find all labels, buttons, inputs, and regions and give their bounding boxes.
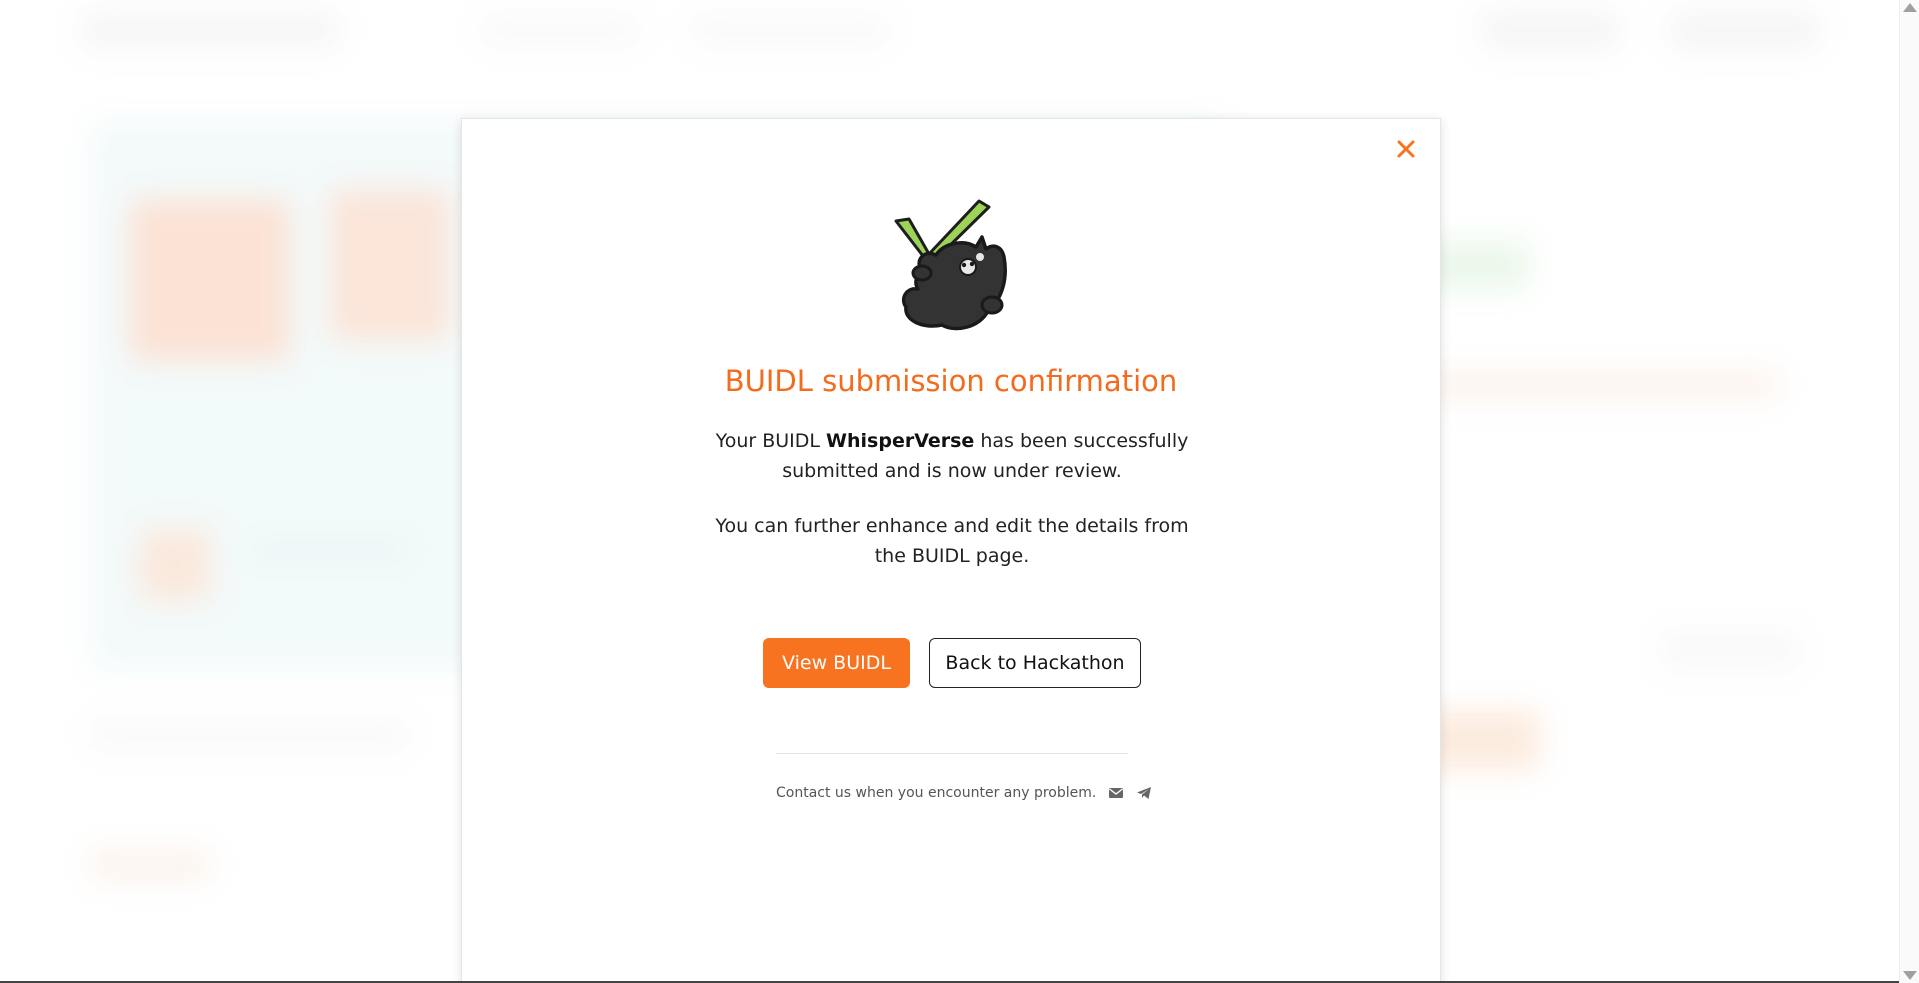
- cat-checkmark-illustration: [884, 199, 1019, 344]
- buidl-name: WhisperVerse: [826, 430, 975, 452]
- email-icon[interactable]: [1108, 785, 1124, 801]
- submission-confirmation-modal: BUIDL submission confirmation Your BUIDL…: [461, 118, 1441, 983]
- scroll-up-icon[interactable]: [1903, 3, 1917, 12]
- scroll-down-icon[interactable]: [1903, 971, 1917, 980]
- modal-title: BUIDL submission confirmation: [724, 364, 1178, 398]
- vertical-scrollbar[interactable]: [1899, 0, 1919, 983]
- telegram-icon[interactable]: [1136, 785, 1152, 801]
- view-buidl-button[interactable]: View BUIDL: [763, 638, 910, 688]
- edit-hint-message: You can further enhance and edit the det…: [715, 515, 1189, 567]
- submission-message: Your BUIDL WhisperVerse has been success…: [715, 430, 1189, 482]
- back-to-hackathon-button[interactable]: Back to Hackathon: [929, 638, 1141, 688]
- close-icon[interactable]: [1392, 135, 1420, 163]
- contact-row: Contact us when you encounter any proble…: [776, 785, 1152, 801]
- contact-text: Contact us when you encounter any proble…: [776, 785, 1097, 801]
- divider: [776, 753, 1128, 754]
